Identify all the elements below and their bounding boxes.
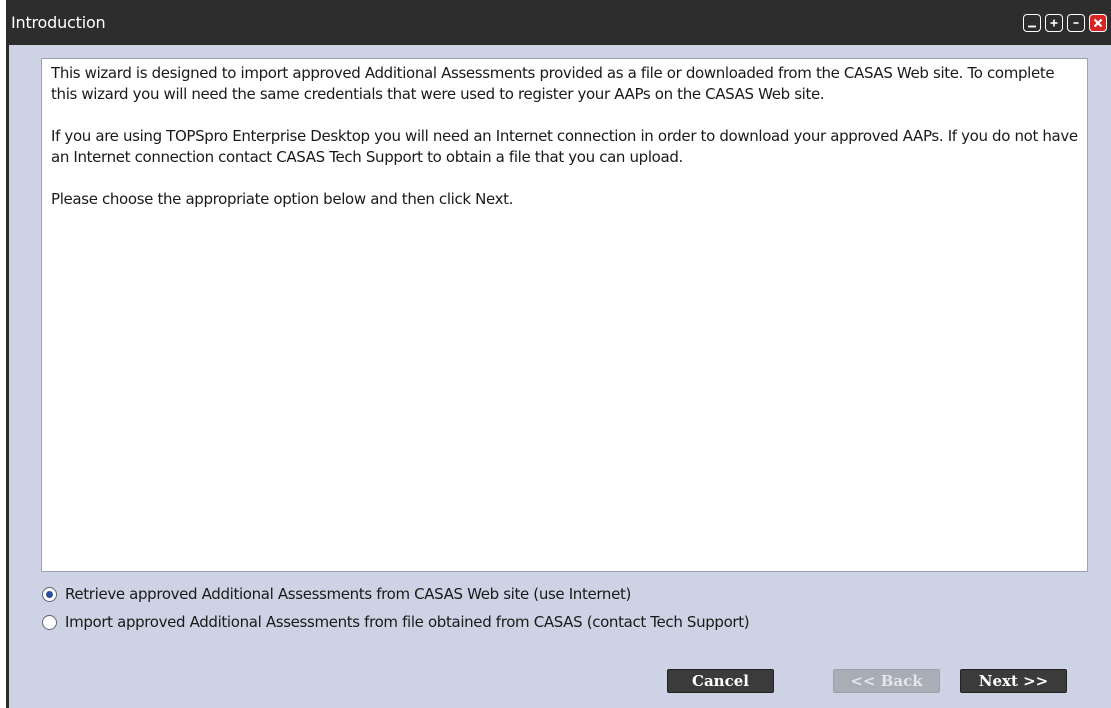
title-bar[interactable]: Introduction: [9, 0, 1111, 45]
intro-paragraph-2: If you are using TOPSpro Enterprise Desk…: [51, 127, 1078, 166]
wizard-window: Introduction This wizard is designed to …: [6, 0, 1111, 708]
option-import-label: Import approved Additional Assessments f…: [65, 613, 750, 631]
plus-icon[interactable]: [1045, 14, 1063, 32]
window-controls: [1023, 14, 1107, 32]
option-retrieve-web[interactable]: Retrieve approved Additional Assessments…: [42, 585, 631, 603]
option-retrieve-label: Retrieve approved Additional Assessments…: [65, 585, 631, 603]
radio-import-file[interactable]: [42, 614, 57, 630]
next-button[interactable]: Next >>: [960, 669, 1067, 693]
cancel-button[interactable]: Cancel: [667, 669, 774, 693]
radio-retrieve-web[interactable]: [42, 586, 57, 602]
minimize-icon[interactable]: [1023, 14, 1041, 32]
intro-text-panel: This wizard is designed to import approv…: [41, 58, 1088, 572]
intro-paragraph-3: Please choose the appropriate option bel…: [51, 190, 514, 208]
radio-selected-dot: [46, 590, 53, 598]
back-button[interactable]: << Back: [833, 669, 940, 693]
close-icon[interactable]: [1089, 14, 1107, 32]
intro-paragraph-1: This wizard is designed to import approv…: [51, 64, 1055, 103]
window-title: Introduction: [11, 13, 106, 32]
option-import-file[interactable]: Import approved Additional Assessments f…: [42, 613, 750, 631]
minus-icon[interactable]: [1067, 14, 1085, 32]
